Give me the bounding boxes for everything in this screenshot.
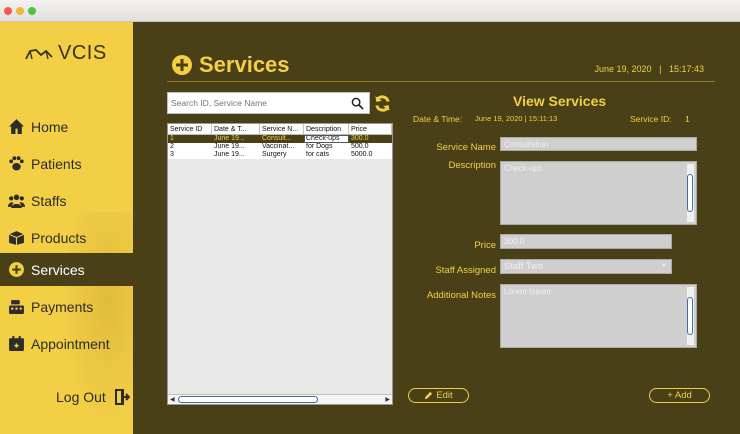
cash-register-icon bbox=[9, 300, 24, 314]
page-title-text: Services bbox=[199, 52, 290, 77]
paw-icon bbox=[9, 156, 24, 171]
sidebar-item-label: Services bbox=[31, 261, 85, 278]
description-scrollbar[interactable] bbox=[687, 164, 694, 222]
additional-notes-field[interactable]: Lorem Ipsum bbox=[500, 284, 697, 348]
page-title: Services bbox=[171, 52, 290, 78]
logout-button[interactable]: Log Out bbox=[56, 388, 130, 406]
add-button-label: + Add bbox=[667, 390, 692, 401]
pencil-icon bbox=[425, 391, 433, 400]
table-row[interactable]: 2 June 19... Vaccinat... for Dogs 500.0 bbox=[168, 143, 392, 151]
additional-notes-label: Additional Notes bbox=[426, 290, 496, 301]
minimize-window-button[interactable] bbox=[16, 7, 24, 15]
header-time: 15:17:43 bbox=[668, 64, 704, 74]
staff-assigned-label: Staff Assigned bbox=[435, 265, 496, 276]
sidebar-item-label: Appointment bbox=[31, 335, 110, 352]
description-text: Check-ups bbox=[504, 164, 543, 173]
scroll-left-icon[interactable]: ◀ bbox=[170, 396, 175, 403]
table-cell: for cats bbox=[306, 151, 329, 158]
box-icon bbox=[8, 231, 25, 245]
table-cell: June 19... bbox=[214, 151, 245, 158]
scroll-right-icon[interactable]: ▶ bbox=[385, 396, 390, 403]
scrollbar-thumb[interactable] bbox=[687, 297, 693, 335]
description-label: Description bbox=[448, 160, 496, 171]
price-label: Price bbox=[474, 240, 496, 251]
table-cell: Vaccinat... bbox=[262, 143, 295, 150]
plus-circle-icon bbox=[172, 55, 192, 75]
table-cell: 3 bbox=[170, 151, 174, 158]
table-cell: Consult... bbox=[262, 135, 292, 142]
sidebar-item-appointment[interactable]: Appointment bbox=[0, 327, 133, 360]
header-date: June 19, 2020 bbox=[594, 64, 652, 74]
services-table[interactable]: Service ID Date & T... Service N... Desc… bbox=[167, 123, 393, 405]
staff-assigned-select[interactable]: Staff Two ▼ bbox=[500, 259, 672, 274]
additional-notes-text: Lorem Ipsum bbox=[504, 287, 551, 296]
table-horizontal-scrollbar[interactable]: ◀ ▶ bbox=[168, 394, 392, 404]
table-header: Service ID Date & T... Service N... Desc… bbox=[168, 124, 392, 135]
staff-assigned-value: Staff Two bbox=[504, 261, 544, 272]
sidebar-item-services[interactable]: Services bbox=[0, 253, 133, 286]
sidebar-item-label: Home bbox=[31, 118, 69, 135]
close-window-button[interactable] bbox=[4, 7, 12, 15]
table-cell: June 19... bbox=[214, 143, 245, 150]
sidebar-item-patients[interactable]: Patients bbox=[0, 147, 133, 180]
table-row[interactable]: 3 June 19... Surgery for cats 5000.0 bbox=[168, 151, 392, 159]
edit-button-label: Edit bbox=[436, 390, 453, 401]
search-icon[interactable] bbox=[351, 97, 364, 110]
scrollbar-thumb[interactable] bbox=[178, 396, 318, 403]
service-name-label: Service Name bbox=[436, 142, 496, 153]
sidebar-item-home[interactable]: Home bbox=[0, 110, 133, 143]
users-icon bbox=[8, 194, 25, 208]
sidebar-item-staffs[interactable]: Staffs bbox=[0, 184, 133, 217]
search-box bbox=[167, 92, 370, 114]
column-header[interactable]: Service N... bbox=[260, 124, 304, 134]
datetime-label: Date & Time: bbox=[413, 114, 463, 124]
service-name-field[interactable]: Consultation bbox=[500, 137, 697, 151]
dog-logo-icon bbox=[25, 48, 53, 59]
table-cell: June 19... bbox=[214, 135, 245, 142]
edit-button[interactable]: Edit bbox=[408, 388, 469, 403]
calendar-icon bbox=[9, 336, 24, 351]
home-icon bbox=[9, 119, 24, 134]
logout-label: Log Out bbox=[56, 389, 106, 405]
price-field[interactable]: 300.0 bbox=[500, 234, 672, 249]
header-divider bbox=[167, 81, 715, 82]
column-header[interactable]: Date & T... bbox=[212, 124, 260, 134]
sidebar-item-label: Staffs bbox=[31, 192, 67, 209]
column-header[interactable]: Description bbox=[304, 124, 349, 134]
sidebar-item-products[interactable]: Products bbox=[0, 221, 133, 254]
column-header[interactable]: Service ID bbox=[168, 124, 212, 134]
main-panel: Services June 19, 2020 | 15:17:43 Servic… bbox=[133, 22, 740, 434]
notes-scrollbar[interactable] bbox=[687, 287, 694, 345]
sign-out-icon bbox=[114, 389, 130, 405]
plus-circle-icon bbox=[9, 262, 24, 277]
add-service-button[interactable]: + Add bbox=[649, 388, 710, 403]
header-datetime: June 19, 2020 | 15:17:43 bbox=[595, 64, 704, 74]
datetime-value: June 19, 2020 | 15:11:13 bbox=[475, 114, 558, 123]
column-header[interactable]: Price bbox=[349, 124, 392, 134]
sidebar-item-label: Patients bbox=[31, 155, 82, 172]
header-separator: | bbox=[659, 64, 662, 74]
table-cell: Surgery bbox=[262, 151, 287, 158]
window-titlebar bbox=[0, 0, 740, 22]
sidebar-item-label: Payments bbox=[31, 298, 94, 315]
table-row[interactable]: 1 June 19... Consult... Check-ups 300.0 bbox=[168, 135, 392, 143]
table-cell: for Dogs bbox=[306, 143, 333, 150]
view-services-title: View Services bbox=[513, 93, 607, 109]
scrollbar-thumb[interactable] bbox=[687, 174, 693, 212]
table-cell: Check-ups bbox=[304, 135, 349, 143]
app-logo: VCIS bbox=[24, 42, 107, 65]
refresh-icon[interactable] bbox=[373, 94, 392, 113]
maximize-window-button[interactable] bbox=[28, 7, 36, 15]
table-cell: 2 bbox=[170, 143, 174, 150]
search-input[interactable] bbox=[168, 94, 348, 112]
table-cell: 1 bbox=[170, 135, 174, 142]
app-logo-text: VCIS bbox=[58, 42, 107, 64]
service-id-label: Service ID: bbox=[630, 114, 672, 124]
chevron-down-icon: ▼ bbox=[661, 263, 667, 269]
sidebar-item-payments[interactable]: Payments bbox=[0, 290, 133, 323]
description-field[interactable]: Check-ups bbox=[500, 161, 697, 225]
sidebar-item-label: Products bbox=[31, 229, 87, 246]
service-id-value: 1 bbox=[685, 114, 690, 124]
sidebar: VCIS Home Patients Staffs Products Servi… bbox=[0, 22, 133, 434]
